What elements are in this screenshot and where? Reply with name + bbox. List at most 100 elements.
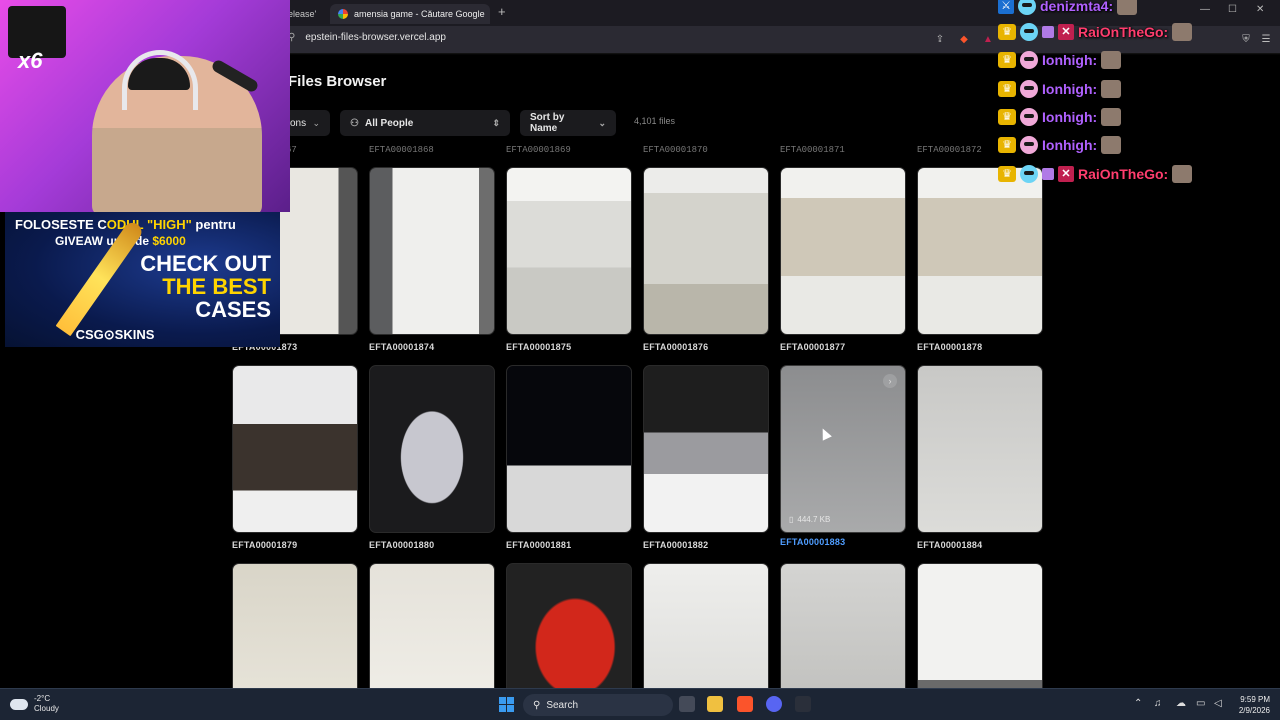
file-card[interactable] xyxy=(917,365,1043,533)
chat-username[interactable]: Ionhigh: xyxy=(1042,137,1097,153)
crown-badge-icon: ♛ xyxy=(998,166,1016,182)
brave-shield-icon[interactable]: ◆ xyxy=(958,34,970,46)
app-icon[interactable] xyxy=(795,696,811,712)
person-icon: ⚇ xyxy=(350,117,359,129)
file-card[interactable] xyxy=(369,167,495,335)
windows-taskbar: -2°C Cloudy ⚲ Search ⌃ ♫ ☁ ▭ ◁ 9:59 PM 2… xyxy=(0,688,1280,720)
sword-badge-icon: ⚔ xyxy=(998,0,1014,14)
ghost-badge-icon xyxy=(1020,80,1038,98)
task-view-icon[interactable] xyxy=(679,696,695,712)
file-card[interactable] xyxy=(643,365,769,533)
sort-label: Sort by Name xyxy=(530,112,565,134)
tab-label: amensia game - Căutare Google xyxy=(354,9,485,19)
url-field[interactable]: ⚲ epstein-files-browser.vercel.app xyxy=(288,32,446,43)
windows-start-icon[interactable] xyxy=(499,697,514,712)
file-name-label[interactable]: EFTA00001876 xyxy=(643,342,708,352)
file-card[interactable] xyxy=(780,167,906,335)
clock-date: 2/9/2026 xyxy=(1238,706,1270,715)
file-label-partial: EFTA00001872 xyxy=(917,145,982,155)
file-card[interactable] xyxy=(506,365,632,533)
chat-message: ⚔ denizmta4: xyxy=(998,0,1138,17)
emote-icon xyxy=(1117,0,1138,15)
emote-icon xyxy=(1101,108,1122,126)
chat-message: ♛ ✕ RaiOnTheGo: xyxy=(998,21,1193,43)
discord-icon[interactable] xyxy=(766,696,782,712)
file-card[interactable] xyxy=(369,365,495,533)
emote-icon xyxy=(1101,80,1122,98)
file-card[interactable]: ▯ 444.7 KB › xyxy=(780,365,906,533)
chevron-down-icon: ⌄ xyxy=(312,117,320,128)
gift-badge-icon xyxy=(1042,26,1054,38)
people-filter[interactable]: ⚇ All People ⇕ xyxy=(340,110,510,136)
volume-icon[interactable]: ◁ xyxy=(1214,698,1222,709)
file-name-label[interactable]: EFTA00001881 xyxy=(506,540,571,550)
x-badge-icon: ✕ xyxy=(1058,24,1074,40)
sort-select[interactable]: Sort by Name ⌄ xyxy=(520,110,616,136)
stream-chat-overlay: ⚔ denizmta4: ♛ ✕ RaiOnTheGo: ♛ Ionhigh: ♛ Ionhig… xyxy=(998,0,1280,200)
chat-username[interactable]: RaiOnTheGo: xyxy=(1078,166,1168,182)
multiplier-badge: x6 xyxy=(18,48,43,73)
clock-time: 9:59 PM xyxy=(1240,695,1270,704)
file-name-label[interactable]: EFTA00001884 xyxy=(917,540,982,550)
emote-icon xyxy=(1101,136,1122,154)
chevron-down-icon: ⌄ xyxy=(598,117,606,128)
tab-google-search[interactable]: amensia game - Căutare Google xyxy=(330,4,490,24)
taskbar-search[interactable]: ⚲ Search xyxy=(523,694,673,716)
emote-icon xyxy=(1172,23,1193,41)
weather-widget[interactable]: -2°C Cloudy xyxy=(10,694,59,714)
page-title: Files Browser xyxy=(288,73,387,90)
file-label-partial: EFTA00001871 xyxy=(780,145,845,155)
file-label-partial: EFTA00001869 xyxy=(506,145,571,155)
file-name-label[interactable]: EFTA00001879 xyxy=(232,540,297,550)
file-name-label[interactable]: EFTA00001877 xyxy=(780,342,845,352)
file-name-label[interactable]: EFTA00001875 xyxy=(506,342,571,352)
tab-label: elease' xyxy=(288,9,317,19)
ad-text: FOLOSESTE C xyxy=(15,217,107,232)
emote-icon xyxy=(1172,165,1193,183)
file-name-label[interactable]: EFTA00001883 xyxy=(780,537,845,547)
file-card[interactable] xyxy=(232,365,358,533)
ghost-badge-icon xyxy=(1020,51,1038,69)
chat-username[interactable]: Ionhigh: xyxy=(1042,52,1097,68)
file-explorer-icon[interactable] xyxy=(707,696,723,712)
x-badge-icon: ✕ xyxy=(1058,166,1074,182)
rewards-icon[interactable]: ▲ xyxy=(982,34,994,46)
crown-badge-icon: ♛ xyxy=(998,137,1016,153)
file-name-label[interactable]: EFTA00001878 xyxy=(917,342,982,352)
chat-username[interactable]: RaiOnTheGo: xyxy=(1078,24,1168,40)
crown-badge-icon: ♛ xyxy=(998,52,1016,68)
file-name-label[interactable]: EFTA00001874 xyxy=(369,342,434,352)
chat-message: ♛ Ionhigh: xyxy=(998,49,1122,71)
chat-username[interactable]: denizmta4: xyxy=(1040,0,1113,14)
chat-username[interactable]: Ionhigh: xyxy=(1042,109,1097,125)
chevron-right-icon[interactable]: › xyxy=(883,374,897,388)
ad-text: pentru xyxy=(191,217,236,232)
file-card[interactable] xyxy=(506,167,632,335)
search-label: Search xyxy=(546,699,579,711)
ad-brand-logo: CSG⊙SKINS xyxy=(75,327,155,342)
system-clock[interactable]: 9:59 PM 2/9/2026 xyxy=(1230,694,1270,716)
chat-message: ♛ Ionhigh: xyxy=(998,78,1122,100)
ghost-badge-icon xyxy=(1020,165,1038,183)
brave-browser-icon[interactable] xyxy=(737,696,753,712)
chevron-up-icon[interactable]: ⌃ xyxy=(1134,698,1142,709)
file-size: 444.7 KB xyxy=(797,515,831,524)
network-icon[interactable]: ▭ xyxy=(1196,698,1205,709)
file-card[interactable] xyxy=(643,167,769,335)
speaker-icon[interactable]: ♫ xyxy=(1154,698,1162,709)
ghost-badge-icon xyxy=(1018,0,1036,15)
screen: elease' amensia game - Căutare Google + … xyxy=(0,0,1280,720)
ad-best: THE BEST xyxy=(162,274,271,299)
gift-badge-icon xyxy=(1042,168,1054,180)
ad-headline: CHECK OUT THE BEST CASES xyxy=(131,252,271,321)
file-name-label[interactable]: EFTA00001882 xyxy=(643,540,708,550)
chat-message: ♛ Ionhigh: xyxy=(998,106,1122,128)
ghost-badge-icon xyxy=(1020,136,1038,154)
ad-text: GIVEAW xyxy=(55,234,104,248)
share-icon[interactable]: ⇪ xyxy=(934,34,946,46)
file-name-label[interactable]: EFTA00001880 xyxy=(369,540,434,550)
onedrive-icon[interactable]: ☁ xyxy=(1176,698,1186,709)
new-tab-button[interactable]: + xyxy=(498,4,506,19)
ad-check: CHECK OUT xyxy=(140,251,271,276)
chat-username[interactable]: Ionhigh: xyxy=(1042,81,1097,97)
